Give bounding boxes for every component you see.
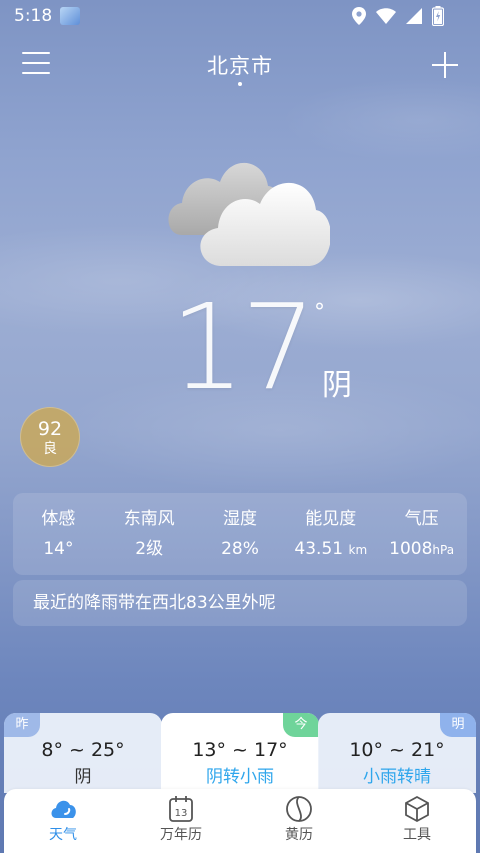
weather-details-card: 体感 14° 东南风 2级 湿度 28% 能见度 43.51 km 气压 100… bbox=[13, 493, 467, 575]
detail-label: 东南风 bbox=[123, 509, 175, 529]
detail-unit: hPa bbox=[432, 543, 455, 557]
detail-label: 湿度 bbox=[222, 509, 257, 529]
detail-value: 43.51 km bbox=[294, 539, 368, 559]
forecast-condition: 小雨转晴 bbox=[363, 767, 431, 787]
detail-wind: 东南风 2级 bbox=[104, 493, 195, 575]
tools-icon bbox=[405, 795, 429, 823]
almanac-icon bbox=[286, 796, 312, 822]
detail-value: 2级 bbox=[135, 539, 164, 559]
forecast-condition: 阴 bbox=[74, 767, 92, 787]
current-temperature: 17 bbox=[170, 278, 316, 416]
battery-icon bbox=[432, 6, 444, 26]
detail-label: 气压 bbox=[404, 509, 439, 529]
aqi-value: 92 bbox=[37, 418, 63, 440]
detail-value: 14° bbox=[43, 539, 74, 559]
detail-label: 体感 bbox=[41, 509, 76, 529]
nav-calendar[interactable]: 13 万年历 bbox=[122, 789, 240, 853]
add-city-icon[interactable] bbox=[432, 52, 458, 78]
bottom-nav: 天气 13 万年历 黄历 工具 bbox=[4, 789, 476, 853]
rain-radar-tip[interactable]: 最近的降雨带在西北83公里外呢 bbox=[13, 580, 467, 626]
weather-cloud-icon bbox=[51, 800, 76, 818]
forecast-today[interactable]: 今 13° ~ 17° 阴转小雨 bbox=[161, 713, 319, 793]
degree-symbol: ° bbox=[314, 300, 325, 325]
forecast-temp-range: 8° ~ 25° bbox=[41, 739, 125, 761]
detail-value: 1008hPa bbox=[389, 539, 455, 559]
cloudy-weather-icon bbox=[168, 162, 330, 266]
page-indicator-dot bbox=[238, 82, 242, 86]
nav-weather[interactable]: 天气 bbox=[4, 789, 122, 853]
daily-forecast: 昨 8° ~ 25° 阴 今 13° ~ 17° 阴转小雨 明 10° ~ 21… bbox=[4, 713, 476, 793]
nav-label: 黄历 bbox=[285, 827, 313, 843]
wifi-icon bbox=[376, 8, 396, 24]
nav-label: 天气 bbox=[49, 827, 77, 843]
forecast-yesterday[interactable]: 昨 8° ~ 25° 阴 bbox=[4, 713, 162, 793]
status-icons bbox=[352, 6, 444, 26]
app-notification-icon bbox=[60, 7, 81, 25]
detail-visibility: 能见度 43.51 km bbox=[285, 493, 376, 575]
calendar-day-number: 13 bbox=[175, 808, 188, 819]
forecast-day-tag: 明 bbox=[440, 713, 476, 737]
nav-label: 万年历 bbox=[160, 827, 202, 843]
detail-feels-like: 体感 14° bbox=[13, 493, 104, 575]
detail-humidity: 湿度 28% bbox=[195, 493, 286, 575]
city-title[interactable]: 北京市 bbox=[0, 50, 480, 80]
detail-label: 能见度 bbox=[305, 509, 357, 529]
detail-value: 28% bbox=[221, 539, 259, 559]
forecast-day-tag: 昨 bbox=[4, 713, 40, 737]
current-condition: 阴 bbox=[322, 368, 352, 403]
location-icon bbox=[352, 7, 366, 25]
aqi-level: 良 bbox=[43, 441, 57, 457]
nav-label: 工具 bbox=[403, 827, 431, 843]
forecast-temp-range: 10° ~ 21° bbox=[349, 739, 445, 761]
forecast-temp-range: 13° ~ 17° bbox=[192, 739, 288, 761]
detail-pressure: 气压 1008hPa bbox=[376, 493, 467, 575]
forecast-day-tag: 今 bbox=[283, 713, 319, 737]
header: 北京市 bbox=[0, 44, 480, 88]
signal-icon bbox=[406, 8, 422, 24]
nav-almanac[interactable]: 黄历 bbox=[240, 789, 358, 853]
forecast-condition: 阴转小雨 bbox=[206, 767, 274, 787]
nav-tools[interactable]: 工具 bbox=[358, 789, 476, 853]
forecast-tomorrow[interactable]: 明 10° ~ 21° 小雨转晴 bbox=[318, 713, 476, 793]
calendar-icon: 13 bbox=[169, 796, 193, 822]
status-bar: 5:18 bbox=[0, 0, 480, 32]
status-time: 5:18 bbox=[14, 6, 53, 26]
aqi-badge[interactable]: 92 良 bbox=[20, 407, 80, 467]
detail-unit: km bbox=[348, 543, 368, 557]
